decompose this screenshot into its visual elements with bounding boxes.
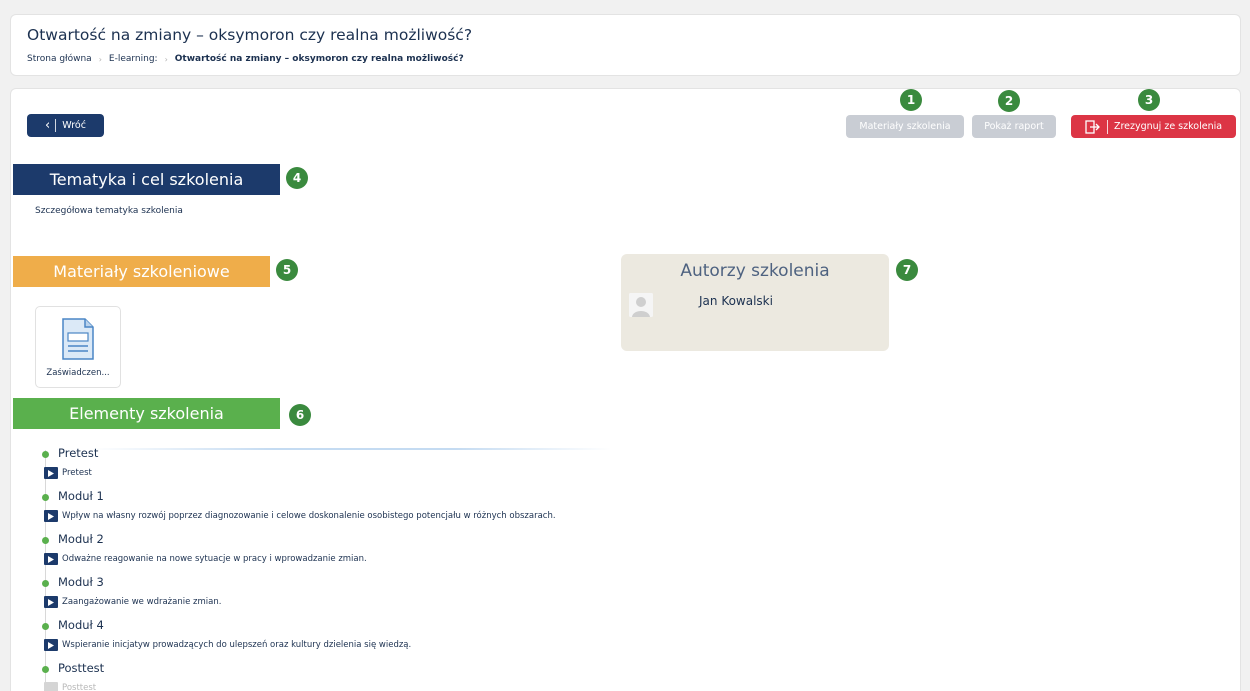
module-title: Pretest [58, 446, 99, 460]
module-item[interactable]: Wpływ na własny rozwój poprzez diagnozow… [44, 510, 556, 522]
chevron-left-icon: ‹ [45, 118, 51, 133]
timeline-dot [42, 451, 49, 458]
annotation-badge-6: 6 [289, 404, 311, 426]
locked-item-icon [44, 682, 58, 691]
play-icon [44, 639, 58, 651]
authors-panel: Autorzy szkolenia Jan Kowalski [621, 254, 889, 351]
module-title: Posttest [58, 661, 105, 675]
annotation-badge-5: 5 [276, 259, 298, 281]
module-item-label: Posttest [62, 683, 97, 691]
timeline-dot [42, 537, 49, 544]
module-title: Moduł 4 [58, 618, 104, 632]
timeline-divider [91, 448, 611, 450]
elements-heading: Elementy szkolenia [13, 398, 280, 429]
breadcrumb: Strona główna › E-learning: › Otwartość … [27, 54, 464, 64]
file-tile[interactable]: Zaświadczen... [35, 306, 121, 388]
annotation-badge-3: 3 [1138, 89, 1160, 111]
file-name: Zaświadczen... [46, 368, 110, 378]
training-panel: ‹ Wróć 1 2 3 Materiały szkolenia Pokaż r… [10, 88, 1241, 691]
breadcrumb-separator-icon: › [164, 54, 168, 64]
breadcrumb-separator-icon: › [98, 54, 102, 64]
materials-heading: Materiały szkoleniowe [13, 256, 270, 287]
annotation-badge-7: 7 [896, 259, 918, 281]
breadcrumb-home[interactable]: Strona główna [27, 54, 92, 64]
breadcrumb-current: Otwartość na zmiany – oksymoron czy real… [174, 54, 464, 64]
timeline-line [45, 450, 46, 691]
training-materials-button[interactable]: Materiały szkolenia [846, 115, 964, 138]
document-icon [62, 318, 94, 360]
exit-icon [1085, 119, 1100, 134]
avatar [629, 293, 653, 317]
user-silhouette-icon [629, 293, 653, 317]
button-divider [1106, 119, 1108, 134]
module-item[interactable]: Odważne reagowanie na nowe sytuacje w pr… [44, 553, 367, 565]
play-icon [44, 553, 58, 565]
module-title: Moduł 2 [58, 532, 104, 546]
module-item-label: Odważne reagowanie na nowe sytuacje w pr… [62, 554, 367, 564]
play-icon [44, 510, 58, 522]
author-name: Jan Kowalski [699, 294, 773, 308]
play-icon [44, 596, 58, 608]
show-report-button[interactable]: Pokaż raport [972, 115, 1056, 138]
module-title: Moduł 1 [58, 489, 104, 503]
topic-heading: Tematyka i cel szkolenia [13, 164, 280, 195]
page-header: Otwartość na zmiany – oksymoron czy real… [10, 14, 1241, 76]
timeline-dot [42, 580, 49, 587]
module-item-label: Zaangażowanie we wdrażanie zmian. [62, 597, 222, 607]
module-item-label: Wpływ na własny rozwój poprzez diagnozow… [62, 511, 556, 521]
module-item[interactable]: Wspieranie inicjatyw prowadzących do ule… [44, 639, 411, 651]
annotation-badge-1: 1 [900, 89, 922, 111]
topic-description: Szczegółowa tematyka szkolenia [35, 206, 183, 216]
resign-button-label: Zrezygnuj ze szkolenia [1113, 121, 1223, 132]
module-item-label: Wspieranie inicjatyw prowadzących do ule… [62, 640, 412, 650]
timeline-dot [42, 494, 49, 501]
back-button-label: Wróć [62, 120, 86, 131]
timeline-dot [42, 623, 49, 630]
play-icon [44, 467, 58, 479]
timeline-dot [42, 666, 49, 673]
breadcrumb-elearning[interactable]: E-learning: [109, 54, 158, 64]
module-item[interactable]: Zaangażowanie we wdrażanie zmian. [44, 596, 221, 608]
authors-heading: Autorzy szkolenia [680, 261, 830, 281]
training-elements-timeline: Pretest Pretest Moduł 1 Wpływ na własny … [11, 439, 811, 691]
page-title: Otwartość na zmiany – oksymoron czy real… [27, 26, 473, 44]
button-divider [55, 119, 57, 132]
resign-button[interactable]: Zrezygnuj ze szkolenia [1071, 115, 1236, 138]
module-item: Posttest [44, 682, 96, 691]
annotation-badge-4: 4 [286, 167, 308, 189]
module-item[interactable]: Pretest [44, 467, 92, 479]
annotation-badge-2: 2 [998, 90, 1020, 112]
module-title: Moduł 3 [58, 575, 104, 589]
back-button[interactable]: ‹ Wróć [27, 114, 104, 137]
module-item-label: Pretest [62, 468, 92, 478]
